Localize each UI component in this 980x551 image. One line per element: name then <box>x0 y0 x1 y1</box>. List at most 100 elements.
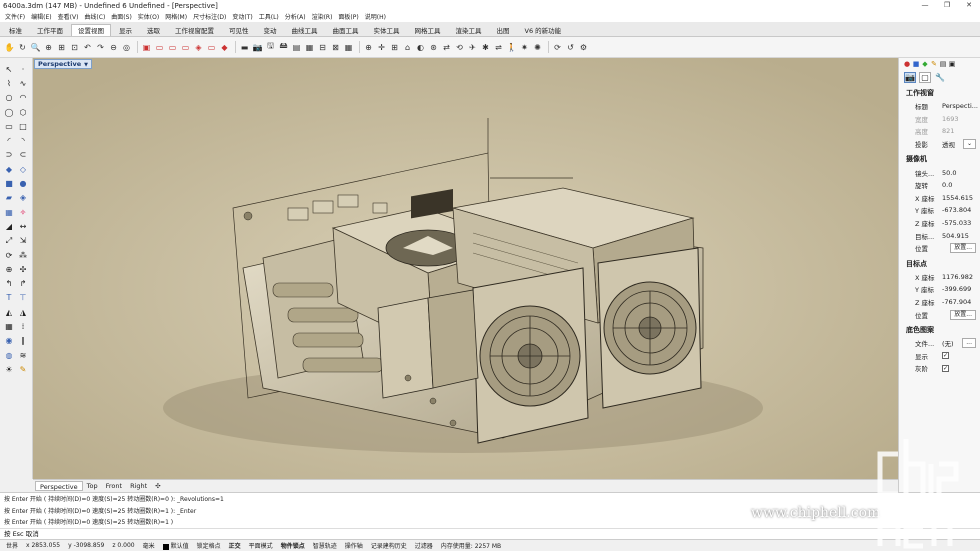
menu-panels[interactable]: 面板(P) <box>335 12 361 21</box>
title-field[interactable]: Perspecti... <box>942 102 980 110</box>
fillet-icon[interactable]: ◜ <box>3 135 16 147</box>
scale-icon[interactable]: ⇲ <box>17 235 30 247</box>
viewport-properties-icon[interactable]: ⊟ <box>317 42 328 53</box>
group-icon[interactable]: T <box>3 292 16 304</box>
render-icon[interactable]: ✧ <box>17 206 30 218</box>
toggle-history[interactable]: 记录建构历史 <box>367 541 411 550</box>
offset-icon[interactable]: ⊃ <box>3 149 16 161</box>
rectangle-icon[interactable]: ▭ <box>3 120 16 132</box>
view-perspective-icon[interactable]: ◈ <box>193 42 204 53</box>
tilt-view-icon[interactable]: ⌂ <box>402 42 413 53</box>
view-front-icon[interactable]: ▭ <box>167 42 178 53</box>
tab-right[interactable]: Right <box>126 481 151 491</box>
menu-solid[interactable]: 实体(O) <box>135 12 162 21</box>
square-icon[interactable]: □ <box>17 120 30 132</box>
tab-standard[interactable]: 标准 <box>2 24 29 36</box>
boolean-icon[interactable]: ◈ <box>17 192 30 204</box>
lights-icon[interactable]: ▤ <box>939 60 947 68</box>
zoom-extents-icon[interactable]: ⊞ <box>56 42 67 53</box>
select-icon[interactable]: ↖ <box>3 63 16 75</box>
rotate-icon[interactable]: ⟳ <box>3 249 16 261</box>
target-distance-field[interactable]: 504.915 <box>942 232 980 240</box>
menu-render[interactable]: 渲染(R) <box>309 12 336 21</box>
restore-view-icon[interactable]: 🖴 <box>278 41 289 53</box>
view-bottom-icon[interactable]: ◆ <box>219 42 230 53</box>
color-wheel-icon[interactable]: ● <box>903 60 911 68</box>
panel-menu-icon[interactable]: ▣ <box>948 60 956 68</box>
drafting-icon[interactable]: ◢ <box>3 220 16 232</box>
polygon-icon[interactable]: ⬡ <box>17 106 30 118</box>
menu-tools[interactable]: 工具(L) <box>256 12 282 21</box>
gray-checkbox[interactable]: ✓ <box>942 364 949 372</box>
rotate-view-icon[interactable]: ↻ <box>17 42 28 53</box>
tab-solid-tools[interactable]: 实体工具 <box>367 24 407 36</box>
trim-icon[interactable]: ◝ <box>17 135 30 147</box>
projection-select[interactable]: 透视 <box>942 139 963 149</box>
background-icon[interactable]: ▦ <box>304 42 315 53</box>
camera-x-field[interactable]: 1554.615 <box>942 194 980 202</box>
tab-display[interactable]: 显示 <box>112 24 139 36</box>
object-tab-icon[interactable]: 🔧 <box>934 72 946 83</box>
arc-icon[interactable]: ◠ <box>17 92 30 104</box>
tab-new-in-v6[interactable]: V6 的新功能 <box>518 24 569 36</box>
menu-transform[interactable]: 变动(T) <box>229 12 255 21</box>
menu-surface[interactable]: 曲面(S) <box>108 12 135 21</box>
tab-drafting[interactable]: 出图 <box>490 24 517 36</box>
maximize-button[interactable]: ❐ <box>936 0 958 11</box>
tab-select[interactable]: 选取 <box>140 24 167 36</box>
command-prompt[interactable]: 按 Esc 取消 <box>0 528 980 539</box>
analyze-icon[interactable]: ◭ <box>3 306 16 318</box>
toggle-gumball[interactable]: 操作轴 <box>341 541 367 550</box>
place-camera-button[interactable]: 放置... <box>950 243 976 254</box>
named-cplane-icon[interactable]: ⊠ <box>330 42 341 53</box>
view-settings-icon[interactable]: ⚙ <box>578 42 589 53</box>
camera-tab-icon[interactable]: 📷 <box>904 71 916 83</box>
fly-icon[interactable]: ✈ <box>467 42 478 53</box>
curve-from-object-icon[interactable]: ⊂ <box>17 149 30 161</box>
wallpaper-icon[interactable]: ▤ <box>291 42 302 53</box>
tab-cplanes[interactable]: 工作平面 <box>30 24 70 36</box>
polyline-icon[interactable]: ⌇ <box>3 77 16 89</box>
plan-icon[interactable]: ⊞ <box>389 42 400 53</box>
point-icon[interactable]: · <box>17 63 30 75</box>
tab-viewport-layout[interactable]: 工作视窗配置 <box>168 24 221 36</box>
menu-curve[interactable]: 曲线(C) <box>81 12 108 21</box>
sun-icon[interactable]: ✷ <box>519 42 530 53</box>
redo-view-icon[interactable]: ↷ <box>95 42 106 53</box>
tab-render-tools[interactable]: 渲染工具 <box>449 24 489 36</box>
toggle-smarttrack[interactable]: 智慧轨迹 <box>309 541 341 550</box>
tab-top[interactable]: Top <box>83 481 102 491</box>
layers-icon[interactable]: ≋ <box>17 349 30 361</box>
render-settings-icon[interactable]: ✎ <box>930 60 938 68</box>
zoom-out-icon[interactable]: ⊖ <box>108 42 119 53</box>
layer-indicator[interactable]: 默认值 <box>159 541 193 550</box>
turntable-icon[interactable]: ⟲ <box>454 42 465 53</box>
join-icon[interactable]: ⊕ <box>3 263 16 275</box>
perspective-viewport[interactable]: Perspective ▼ <box>33 58 898 479</box>
material-icon[interactable]: ◆ <box>921 60 929 68</box>
tab-surface-tools[interactable]: 曲面工具 <box>326 24 366 36</box>
target-x-field[interactable]: 1176.982 <box>942 273 980 281</box>
orbit-icon[interactable]: ⊛ <box>428 42 439 53</box>
focus-icon[interactable]: ✺ <box>532 42 543 53</box>
viewport-tab-icon[interactable]: ▢ <box>919 71 931 83</box>
lens-field[interactable]: 50.0 <box>942 169 980 177</box>
zoom-icon[interactable]: 🔍 <box>30 42 41 53</box>
tab-curve-tools[interactable]: 曲线工具 <box>285 24 325 36</box>
surface-icon[interactable]: ◆ <box>3 163 16 175</box>
dimension-icon[interactable]: ↔ <box>17 220 30 232</box>
block-icon[interactable]: ⊤ <box>17 292 30 304</box>
menu-view[interactable]: 查看(V) <box>55 12 82 21</box>
rotation-field[interactable]: 0.0 <box>942 181 980 189</box>
flatten-icon[interactable]: ✱ <box>480 42 491 53</box>
walk-icon[interactable]: 🚶 <box>506 42 517 53</box>
paint-icon[interactable]: ✎ <box>17 363 30 375</box>
chevron-down-icon[interactable]: ⌄ <box>962 139 976 150</box>
grid-snap-icon[interactable]: ▦ <box>3 320 16 332</box>
named-view-icon[interactable]: 📷 <box>252 42 263 53</box>
viewport-title[interactable]: Perspective ▼ <box>34 59 93 69</box>
layers-icon[interactable]: ■ <box>912 60 920 68</box>
box-icon[interactable]: ■ <box>3 178 16 190</box>
toggle-ortho[interactable]: 正交 <box>225 541 245 550</box>
material-icon[interactable]: ◍ <box>3 349 16 361</box>
